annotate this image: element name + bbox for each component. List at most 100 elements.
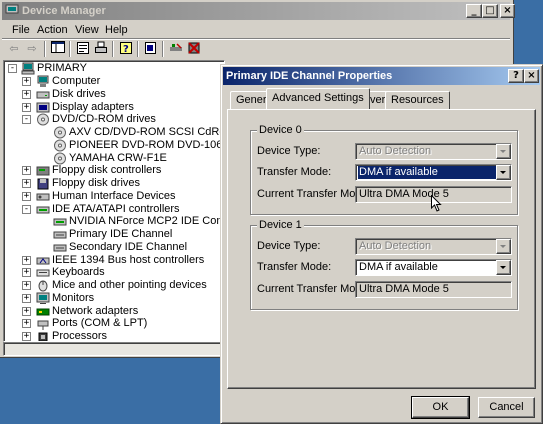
toolbar: ⇦ ⇨ ? <box>2 38 510 58</box>
device1-current-mode-label: Current Transfer Mode: <box>257 283 371 295</box>
device1-transfer-mode-label: Transfer Mode: <box>257 261 332 273</box>
chevron-down-icon[interactable] <box>496 260 511 275</box>
close-button[interactable]: × <box>500 4 515 18</box>
tree-expander[interactable]: + <box>22 90 31 99</box>
chevron-down-icon[interactable] <box>496 239 511 254</box>
tree-item-label: Human Interface Devices <box>52 190 176 202</box>
disable-icon[interactable] <box>186 41 202 57</box>
tree-device[interactable]: Secondary IDE Channel <box>4 241 224 254</box>
monitor-icon <box>36 292 50 304</box>
tree-category[interactable]: + Floppy disk drives <box>4 177 224 190</box>
cdrom-icon <box>54 139 66 152</box>
tree-expander[interactable]: + <box>22 319 31 328</box>
ok-button[interactable]: OK <box>411 396 470 419</box>
chevron-down-icon[interactable] <box>496 165 511 180</box>
tree-category[interactable]: + Mice and other pointing devices <box>4 279 224 292</box>
tree-category[interactable]: + Computer <box>4 75 224 88</box>
tree-item-label: Secondary IDE Channel <box>69 241 188 253</box>
mouse-icon <box>38 280 48 292</box>
menu-action[interactable]: Action <box>34 23 71 37</box>
tree-expander[interactable]: + <box>22 268 31 277</box>
tree-item-label: Floppy disk drives <box>52 177 141 189</box>
tree-horizontal-scrollbar[interactable] <box>3 342 225 356</box>
help-icon[interactable]: ? <box>118 41 134 57</box>
tree-item-label: Processors <box>52 330 108 342</box>
tab-advanced-settings[interactable]: Advanced Settings <box>266 88 370 109</box>
tree-expander[interactable]: + <box>22 179 31 188</box>
tree-expander[interactable]: - <box>8 64 17 73</box>
tree-category[interactable]: + Ports (COM & LPT) <box>4 317 224 330</box>
tree-expander[interactable]: - <box>22 205 31 214</box>
tab-resources[interactable]: Resources <box>385 91 450 109</box>
menu-help[interactable]: Help <box>102 23 131 37</box>
tree-device[interactable]: PIONEER DVD-ROM DVD-106 <box>4 139 224 152</box>
device0-type-value: Auto Detection <box>359 145 432 157</box>
tree-expander[interactable]: + <box>22 166 31 175</box>
ide-channel-icon <box>53 244 67 252</box>
tree-expander[interactable]: + <box>22 307 31 316</box>
chevron-down-icon[interactable] <box>496 144 511 159</box>
ide-controller-icon <box>53 218 67 226</box>
tree-expander[interactable]: + <box>22 294 31 303</box>
cancel-button[interactable]: Cancel <box>478 397 535 418</box>
toolbar-separator <box>137 41 139 57</box>
disk-drive-icon <box>36 91 50 99</box>
tree-expander[interactable]: + <box>22 192 31 201</box>
tree-item-label: Keyboards <box>52 266 105 278</box>
tree-category[interactable]: - DVD/CD-ROM drives <box>4 113 224 126</box>
menu-bar: File Action View Help <box>2 21 510 38</box>
tree-category[interactable]: + Human Interface Devices <box>4 190 224 203</box>
tree-expander[interactable]: + <box>22 332 31 341</box>
device0-transfer-mode-value: DMA if available <box>358 166 496 179</box>
help-button[interactable]: ? <box>508 69 524 83</box>
tree-category[interactable]: + Floppy disk controllers <box>4 164 224 177</box>
tree-category[interactable]: + Monitors <box>4 292 224 305</box>
dialog-close-button[interactable]: × <box>524 69 539 83</box>
tree-item-label: PIONEER DVD-ROM DVD-106 <box>69 139 223 151</box>
menu-view[interactable]: View <box>72 23 102 37</box>
tree-expander[interactable]: - <box>22 115 31 124</box>
ide-channel-icon <box>53 231 67 239</box>
tree-root[interactable]: - PRIMARY <box>4 62 224 75</box>
tree-item-label: Disk drives <box>52 88 106 100</box>
back-arrow-icon[interactable]: ⇦ <box>6 41 22 57</box>
device0-current-mode-label: Current Transfer Mode: <box>257 188 371 200</box>
scan-hardware-icon[interactable] <box>143 41 159 57</box>
device1-transfer-mode-dropdown[interactable]: DMA if available <box>355 259 512 276</box>
tree-item-label: Mice and other pointing devices <box>52 279 207 291</box>
tree-category[interactable]: + Processors <box>4 330 224 342</box>
dialog-titlebar[interactable]: Primary IDE Channel Properties ? × <box>223 67 540 85</box>
tree-category[interactable]: + Keyboards <box>4 266 224 279</box>
tree-item-label: Floppy disk controllers <box>52 164 162 176</box>
device-tree[interactable]: - PRIMARY + Computer + Disk drives + Display … <box>3 60 225 342</box>
port-icon <box>37 320 49 330</box>
uninstall-icon[interactable] <box>168 41 184 57</box>
tree-expander[interactable]: + <box>22 256 31 265</box>
tree-device[interactable]: Primary IDE Channel <box>4 228 224 241</box>
tree-device[interactable]: AXV CD/DVD-ROM SCSI CdRom Device <box>4 126 224 139</box>
device0-transfer-mode-label: Transfer Mode: <box>257 166 332 178</box>
hid-icon <box>36 193 50 201</box>
device0-transfer-mode-dropdown[interactable]: DMA if available <box>355 164 512 181</box>
tree-expander[interactable]: + <box>22 77 31 86</box>
device-manager-title: Device Manager <box>22 5 106 17</box>
tree-expander[interactable]: + <box>22 103 31 112</box>
properties-icon[interactable] <box>75 41 91 57</box>
floppy-drive-icon <box>37 178 49 190</box>
device1-type-dropdown[interactable]: Auto Detection <box>355 238 512 255</box>
menu-file[interactable]: File <box>9 23 33 37</box>
tree-device[interactable]: NVIDIA NForce MCP2 IDE Controller <box>4 215 224 228</box>
device1-type-value: Auto Detection <box>359 240 432 252</box>
print-icon[interactable] <box>93 41 109 57</box>
maximize-button[interactable]: □ <box>482 4 498 18</box>
device1-type-label: Device Type: <box>257 240 321 252</box>
minimize-button[interactable]: _ <box>466 4 482 18</box>
device-manager-titlebar[interactable]: Device Manager _ □ × <box>2 2 515 20</box>
forward-arrow-icon[interactable]: ⇨ <box>24 41 40 57</box>
device0-type-dropdown[interactable]: Auto Detection <box>355 143 512 160</box>
floppy-controller-icon <box>36 166 50 176</box>
toolbar-separator <box>69 41 71 57</box>
show-hide-tree-icon[interactable] <box>50 41 66 57</box>
tree-expander[interactable]: + <box>22 281 31 290</box>
tree-category[interactable]: + Disk drives <box>4 88 224 101</box>
